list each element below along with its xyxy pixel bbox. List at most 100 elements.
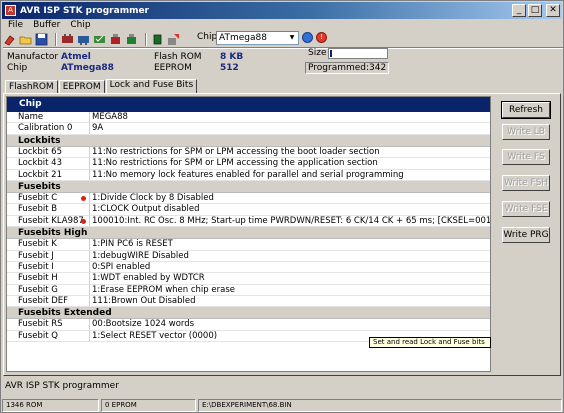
- row-name-text: Fusebit I: [18, 261, 54, 272]
- grid-row[interactable]: Lockbit 43 11:No restrictions for SPM or …: [7, 158, 490, 170]
- row-name-text: Fusebit KLA987: [18, 215, 84, 226]
- write-prg-button[interactable]: Write PRG: [502, 227, 550, 243]
- row-value[interactable]: 100010:Int. RC Osc. 8 MHz; Start-up time…: [89, 215, 490, 227]
- status-title: AVR ISP STK programmer: [5, 381, 119, 391]
- menu-file[interactable]: File: [3, 18, 28, 32]
- grid-row[interactable]: Fusebit RS 00:Bootsize 1024 words: [7, 319, 490, 331]
- app-icon: A: [5, 5, 16, 16]
- minimize-button[interactable]: _: [512, 4, 526, 17]
- row-name-text: Name: [18, 112, 44, 122]
- row-name-text: Fusebit H: [18, 273, 58, 284]
- row-name-text: Fusebit C: [18, 192, 58, 203]
- info-icon[interactable]: [302, 32, 313, 43]
- row-name: Lockbit 21: [7, 170, 89, 180]
- read-flash-icon[interactable]: [61, 33, 74, 46]
- grid-row[interactable]: Lockbit 65 11:No restrictions for SPM or …: [7, 146, 490, 159]
- grid-row[interactable]: Fusebit B 1:CLOCK Output disabled: [7, 204, 490, 216]
- row-value[interactable]: 0:SPI enabled: [89, 261, 490, 273]
- grid-row[interactable]: Fusebit J 1:debugWIRE Disabled: [7, 250, 490, 262]
- program-icon[interactable]: [167, 33, 180, 46]
- row-value[interactable]: 1:WDT enabled by WDTCR: [89, 273, 490, 284]
- refresh-button[interactable]: Refresh: [501, 101, 551, 119]
- size-label: Size: [308, 48, 327, 58]
- row-value[interactable]: 00:Bootsize 1024 words: [89, 319, 490, 330]
- grid-row[interactable]: Fusebit DEF 111:Brown Out Disabled: [7, 296, 490, 308]
- row-name-text: Lockbit 65: [18, 146, 62, 157]
- row-name: Fusebit K: [7, 239, 89, 249]
- menu-chip[interactable]: Chip: [65, 18, 95, 32]
- modified-dot-icon: [81, 195, 86, 201]
- grid-row[interactable]: Fusebit KLA987 100010:Int. RC Osc. 8 MHz;…: [7, 215, 490, 228]
- stop-icon[interactable]: !: [316, 32, 327, 43]
- toolbar-divider: [3, 47, 563, 49]
- chip-value: ATmega88: [61, 63, 114, 73]
- row-name: Fusebit I: [7, 262, 89, 272]
- close-button[interactable]: ✕: [546, 4, 560, 17]
- row-value[interactable]: 9A: [89, 123, 490, 134]
- grid-row[interactable]: Fusebit H 1:WDT enabled by WDTCR: [7, 273, 490, 285]
- section-label: Lockbits: [18, 135, 61, 146]
- row-name-text: Lockbit 43: [18, 158, 62, 169]
- tooltip: Set and read Lock and Fuse bits: [369, 337, 491, 348]
- row-value[interactable]: 1:Erase EEPROM when chip erase: [89, 284, 490, 296]
- row-name: Lockbit 65: [7, 147, 89, 157]
- row-value[interactable]: 11:No restrictions for SPM or LPM access…: [89, 146, 490, 158]
- chip-icon[interactable]: [151, 33, 164, 46]
- row-name: Fusebit C: [7, 193, 89, 203]
- row-value[interactable]: 1:Divide Clock by 8 Disabled: [89, 192, 490, 204]
- grid-row[interactable]: Name MEGA88: [7, 112, 490, 124]
- row-value[interactable]: 11:No restrictions for SPM or LPM access…: [89, 158, 490, 169]
- modified-dot-icon: [81, 218, 86, 224]
- tab-eeprom[interactable]: EEPROM: [58, 80, 105, 94]
- grid-section-header[interactable]: Fusebits: [7, 180, 490, 193]
- menu-buffer[interactable]: Buffer: [28, 18, 65, 32]
- app-window: A AVR ISP STK programmer _ □ ✕ File Buff…: [0, 0, 564, 413]
- window-title: AVR ISP STK programmer: [20, 5, 149, 16]
- row-value[interactable]: MEGA88: [89, 112, 490, 123]
- chevron-down-icon[interactable]: ▼: [287, 33, 297, 43]
- grid-row[interactable]: Lockbit 21 11:No memory lock features ena…: [7, 169, 490, 181]
- write-fs-button[interactable]: Write FS: [502, 149, 550, 165]
- verify-icon[interactable]: [93, 33, 106, 46]
- status-bar: 1346 ROM 0 EPROM E:\DBEXPERIMENT\68.BIN: [2, 399, 564, 413]
- title-bar[interactable]: A AVR ISP STK programmer _ □ ✕: [2, 2, 562, 19]
- row-value[interactable]: 111:Brown Out Disabled: [89, 296, 490, 307]
- row-name: Fusebit B: [7, 204, 89, 214]
- grid-section-header[interactable]: Fusebits Extended: [7, 307, 490, 320]
- grid-row[interactable]: Calibration 0 9A: [7, 123, 490, 135]
- row-value[interactable]: 1:PIN PC6 is RESET: [89, 239, 490, 250]
- maximize-button[interactable]: □: [528, 4, 542, 17]
- grid-section-header[interactable]: Fusebits High: [7, 227, 490, 240]
- write-lb-button[interactable]: Write LB: [502, 124, 550, 140]
- row-value[interactable]: 1:debugWIRE Disabled: [89, 250, 490, 261]
- chip-select-value: ATmega88: [219, 33, 267, 43]
- eeprom-value: 512: [220, 63, 239, 73]
- row-name-text: Fusebit RS: [18, 319, 63, 330]
- row-value[interactable]: 11:No memory lock features enabled for p…: [89, 169, 490, 180]
- write-eeprom-icon[interactable]: [125, 33, 138, 46]
- tab-lock-fuse-bits[interactable]: Lock and Fuse Bits: [105, 79, 198, 94]
- read-eeprom-icon[interactable]: [109, 33, 122, 46]
- grid-row[interactable]: Fusebit K 1:PIN PC6 is RESET: [7, 239, 490, 251]
- status-file: E:\DBEXPERIMENT\68.BIN: [198, 399, 562, 412]
- row-name: Fusebit G: [7, 285, 89, 295]
- erase-icon[interactable]: [3, 33, 16, 46]
- grid-row[interactable]: Fusebit G 1:Erase EEPROM when chip erase: [7, 284, 490, 297]
- grid-row[interactable]: Fusebit C 1:Divide Clock by 8 Disabled: [7, 192, 490, 205]
- tab-flashrom[interactable]: FlashROM: [5, 80, 58, 94]
- write-fse-button[interactable]: Write FSE: [502, 201, 550, 217]
- grid-row[interactable]: Fusebit I 0:SPI enabled: [7, 261, 490, 274]
- row-name-text: Fusebit G: [18, 284, 58, 295]
- row-value[interactable]: 1:CLOCK Output disabled: [89, 204, 490, 215]
- row-name: Fusebit RS: [7, 319, 89, 329]
- write-fsh-button[interactable]: Write FSH: [502, 175, 550, 191]
- open-icon[interactable]: [19, 33, 32, 46]
- row-name: Lockbit 43: [7, 158, 89, 168]
- grid-section-header[interactable]: Lockbits: [7, 134, 490, 147]
- row-name-text: Fusebit Q: [18, 330, 58, 341]
- fuse-grid[interactable]: Chip Name MEGA88 Calibration 0 9A Lockbits Lo…: [6, 96, 491, 372]
- save-icon[interactable]: [35, 33, 48, 46]
- write-flash-icon[interactable]: [77, 33, 90, 46]
- chip-select[interactable]: ATmega88 ▼: [216, 31, 299, 45]
- row-name: Fusebit KLA987: [7, 216, 89, 226]
